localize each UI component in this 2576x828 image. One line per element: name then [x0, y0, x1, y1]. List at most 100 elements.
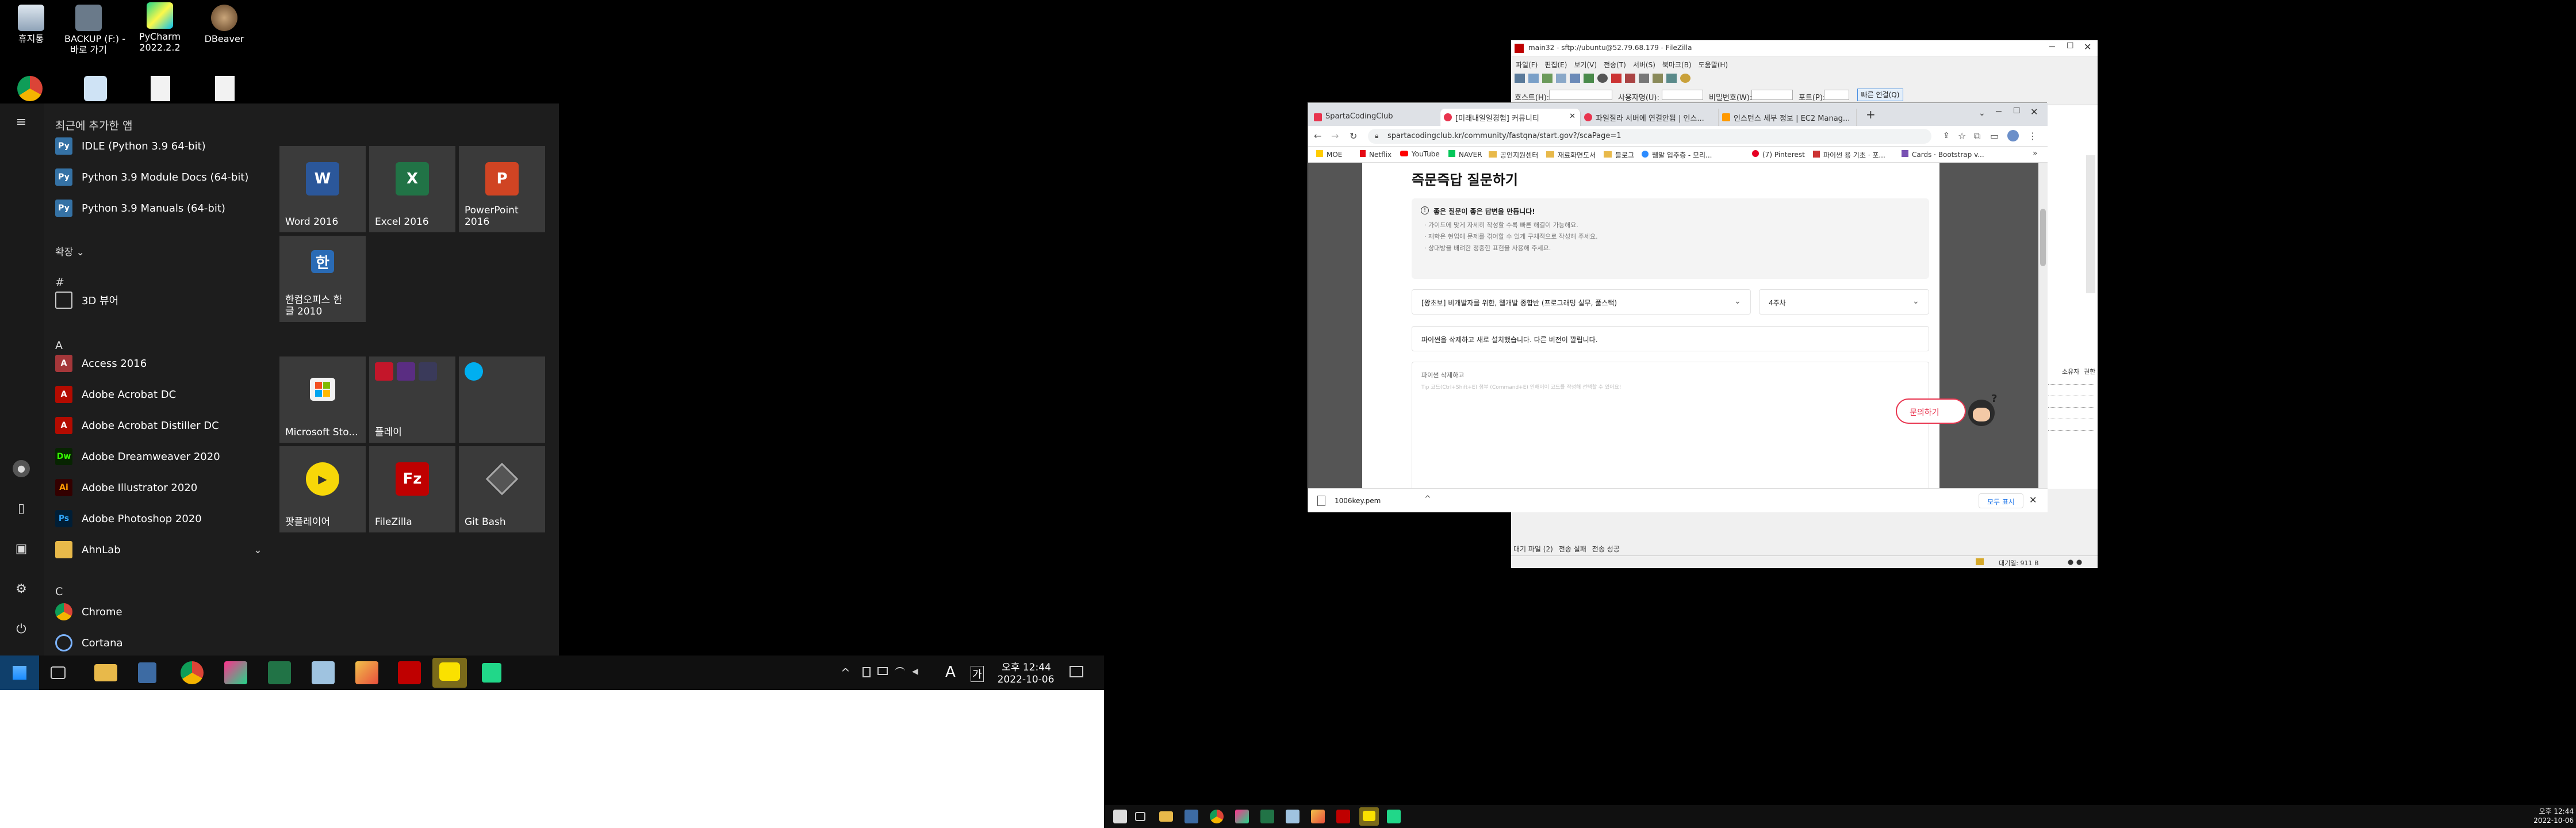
bookmark-item[interactable]: 웹알 입주층 - 모리... [1642, 150, 1712, 160]
column-owner[interactable]: 소유자 [2062, 367, 2079, 376]
tile-gitbash[interactable]: Git Bash [459, 446, 545, 532]
minimize-icon[interactable]: ─ [2049, 41, 2055, 52]
hamburger-icon[interactable]: ≡ [13, 114, 30, 131]
bookmarks-overflow-icon[interactable]: » [2033, 149, 2038, 158]
table-row[interactable] [2048, 407, 2094, 408]
filezilla-scrollbar[interactable] [2086, 155, 2095, 293]
toolbar-icon[interactable] [1597, 74, 1608, 83]
extensions-icon[interactable]: ⧉ [1974, 131, 1980, 142]
bookmark-item[interactable]: 파이썬 용 기초 · 포... [1813, 150, 1885, 160]
quickconnect-button[interactable]: 빠른 연결(Q) [1857, 89, 1903, 101]
settings-gear-icon[interactable]: ⚙ [13, 581, 30, 598]
app-acrobat[interactable]: A Adobe Acrobat DC [55, 382, 262, 407]
start-button[interactable] [0, 656, 39, 690]
new-tab-icon[interactable]: + [1866, 108, 1876, 121]
refresh-icon[interactable] [1584, 74, 1594, 83]
bookmark-item[interactable]: YouTube [1400, 150, 1440, 158]
network-icon[interactable] [895, 667, 905, 676]
app-python-manuals[interactable]: Py Python 3.9 Manuals (64-bit) [55, 195, 262, 221]
ime-hangul-indicator[interactable]: 가 [971, 666, 984, 682]
task-view-icon[interactable] [1135, 812, 1145, 821]
profile-avatar[interactable] [2007, 130, 2019, 141]
menu-help[interactable]: 도움말(H) [1699, 60, 1728, 70]
menu-file[interactable]: 파일(F) [1516, 60, 1538, 70]
clock-date[interactable]: 2022-10-06 [997, 674, 1055, 685]
file-desktop-icon[interactable] [215, 76, 235, 101]
filter-icon[interactable] [1653, 74, 1663, 83]
tile-skype[interactable] [459, 356, 545, 443]
app-3d-viewer[interactable]: 3D 뷰어 [55, 288, 262, 313]
tab-queued[interactable]: 대기 파일 (2) [1513, 544, 1553, 554]
column-perms[interactable]: 권한 [2084, 367, 2095, 376]
sidepanel-icon[interactable]: ▭ [1990, 131, 1999, 141]
desktop-icon-recycle-bin[interactable]: 휴지통 [7, 5, 55, 44]
pycharm-running-icon[interactable] [482, 663, 501, 683]
toolbar-icon[interactable] [1556, 74, 1566, 83]
bookmark-item[interactable]: NAVER [1448, 150, 1482, 159]
ask-question-button[interactable]: 문의하기 [1896, 398, 1966, 424]
tile-store[interactable]: Microsoft Sto... [279, 356, 366, 443]
app-chrome[interactable]: Chrome [55, 599, 262, 624]
file-explorer-icon[interactable] [94, 664, 117, 681]
usb-icon[interactable] [862, 667, 871, 677]
menu-view[interactable]: 보기(V) [1574, 60, 1597, 70]
clock-time[interactable]: 오후 12:44 [2528, 806, 2574, 816]
desktop-icon-pycharm[interactable]: PyCharm 2022.2.2 [136, 2, 184, 53]
toolbar-icon[interactable] [1666, 74, 1677, 83]
pictures-icon[interactable]: ▣ [13, 540, 30, 558]
tile-filezilla[interactable]: Fz FileZilla [369, 446, 455, 532]
expand-toggle[interactable]: 확장 ⌄ [55, 244, 85, 258]
chrome-desktop-icon[interactable] [17, 76, 43, 101]
tray-chevron-icon[interactable]: ^ [841, 666, 850, 680]
section-header-a[interactable]: A [55, 339, 63, 352]
menu-transfer[interactable]: 전송(T) [1604, 60, 1626, 70]
file-explorer-icon[interactable] [1159, 811, 1173, 822]
toolbar-icon[interactable] [1570, 74, 1580, 83]
pycharm-taskbar-icon[interactable] [1235, 810, 1249, 823]
tray-icons[interactable]: ◀ [862, 667, 926, 678]
cancel-icon[interactable] [1611, 74, 1621, 83]
clock-time[interactable]: 오후 12:44 [1000, 659, 1052, 673]
notification-icon[interactable] [1070, 666, 1083, 677]
pass-input[interactable] [1751, 90, 1793, 100]
week-select[interactable]: 4주차 ⌄ [1759, 289, 1929, 315]
gitbash-taskbar-icon[interactable] [355, 661, 378, 684]
minimize-icon[interactable]: ─ [1996, 106, 2002, 117]
gitbash-taskbar-icon[interactable] [1311, 810, 1325, 823]
site-manager-icon[interactable] [1515, 74, 1525, 83]
tab-failed[interactable]: 전송 실패 [1559, 544, 1586, 554]
mascot-icon[interactable]: ? [1966, 393, 1999, 430]
share-icon[interactable]: ⇪ [1943, 131, 1950, 140]
volume-icon[interactable]: ◀ [912, 667, 921, 676]
course-select[interactable]: [왕초보] 비개발자를 위한, 웹개발 종합반 (프로그래밍 실무, 풀스택) … [1412, 289, 1751, 315]
menu-bookmarks[interactable]: 북마크(B) [1662, 60, 1692, 70]
forward-icon[interactable]: → [1331, 131, 1339, 141]
power-icon[interactable]: ⏻ [13, 621, 30, 638]
close-icon[interactable]: ✕ [2084, 41, 2091, 52]
chevron-up-icon[interactable]: ^ [1424, 494, 1431, 504]
notepad-taskbar-icon[interactable] [1286, 810, 1300, 823]
app-illustrator[interactable]: Ai Adobe Illustrator 2020 [55, 475, 262, 500]
app-idle[interactable]: Py IDLE (Python 3.9 64-bit) [55, 133, 262, 159]
tab-successful[interactable]: 전송 성공 [1592, 544, 1620, 554]
windows-logo-icon[interactable] [1113, 810, 1127, 823]
app-dreamweaver[interactable]: Dw Adobe Dreamweaver 2020 [55, 444, 262, 469]
maximize-icon[interactable]: ☐ [2013, 106, 2021, 116]
app-ahnlab-folder[interactable]: AhnLab ⌄ [55, 537, 262, 562]
tab-community[interactable]: [미래내일일경험] 커뮤니티 ✕ [1440, 109, 1581, 126]
table-row[interactable] [2048, 384, 2094, 385]
table-row[interactable] [2048, 430, 2094, 431]
desktop-icon-backup[interactable]: BACKUP (F:) - 바로 가기 [64, 5, 125, 55]
ime-indicator[interactable]: A [945, 664, 956, 681]
chrome-taskbar-icon[interactable] [181, 661, 204, 684]
disconnect-icon[interactable] [1625, 74, 1635, 83]
tile-play[interactable]: 플레이 [369, 356, 455, 443]
close-downloads-icon[interactable]: ✕ [2029, 494, 2037, 505]
page-scrollbar[interactable] [2038, 163, 2048, 488]
show-all-button[interactable]: 모두 표시 [1979, 493, 2023, 508]
tile-hancom[interactable]: 한 한컴오피스 한 글 2010 [279, 236, 366, 322]
excel-taskbar-icon[interactable] [268, 661, 291, 684]
app-cortana[interactable]: Cortana [55, 630, 262, 656]
kakaotalk-taskbar-icon[interactable] [1359, 807, 1379, 826]
user-input[interactable] [1662, 90, 1703, 100]
